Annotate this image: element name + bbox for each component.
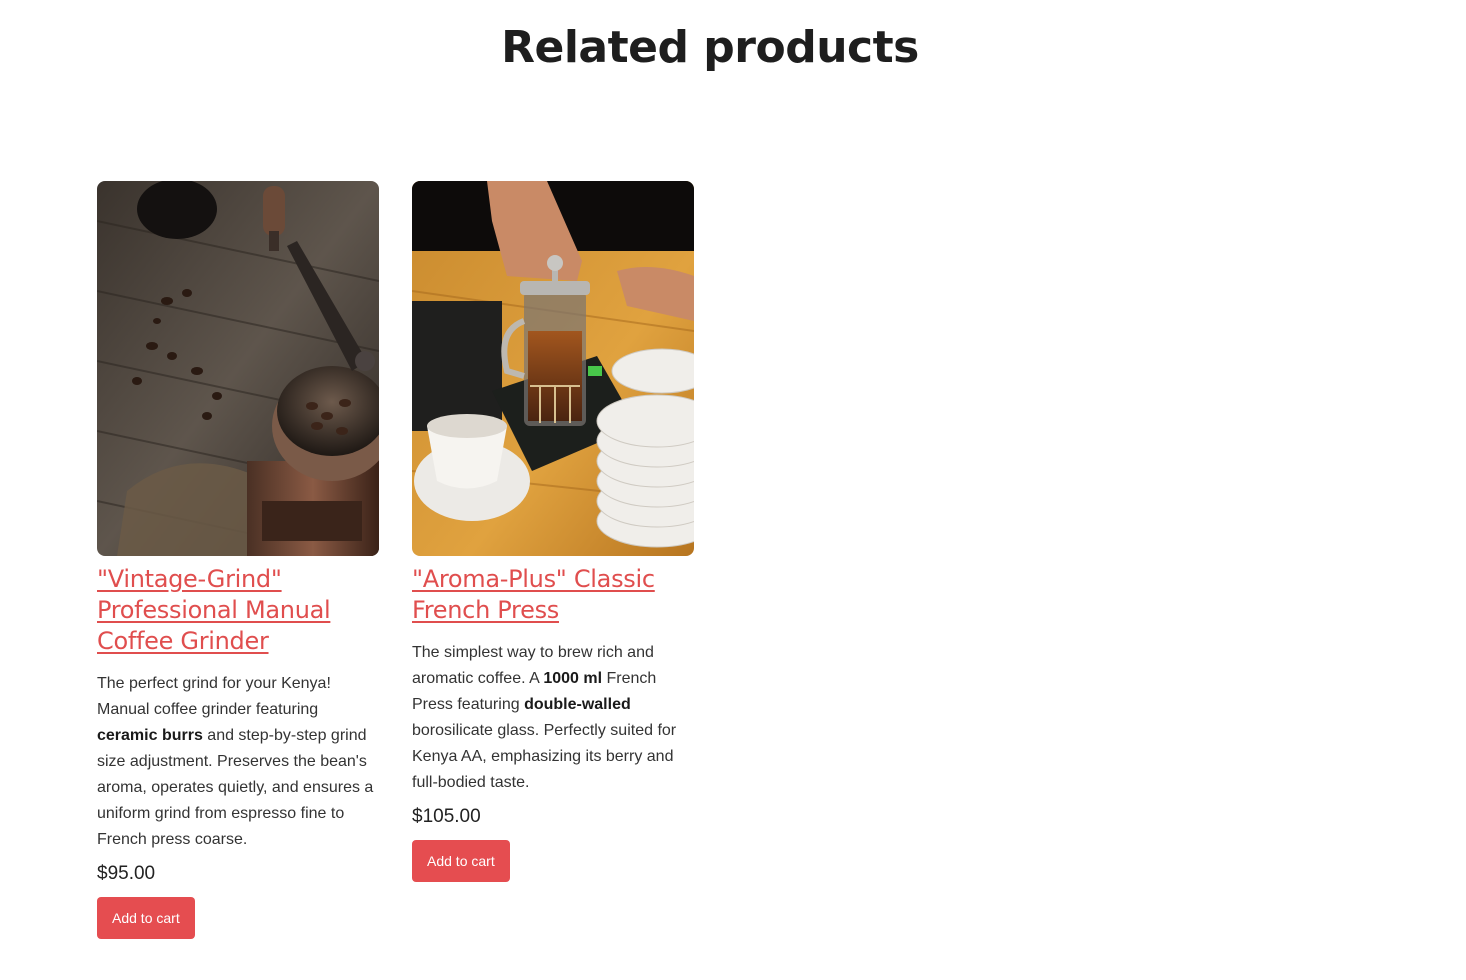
product-price: $95.00 (97, 863, 156, 884)
add-to-cart-button[interactable]: Add to cart (97, 897, 195, 939)
product-title-link[interactable]: "Aroma-Plus" Classic French Press (412, 564, 694, 626)
product-price: $105.00 (412, 806, 481, 827)
product-card: "Aroma-Plus" Classic French Press The si… (412, 181, 694, 882)
product-image-link[interactable] (97, 181, 379, 556)
desc-highlight: 1000 ml (543, 670, 603, 687)
french-press-image (412, 181, 694, 556)
product-description: The perfect grind for your Kenya! Manual… (97, 671, 379, 853)
product-card: "Vintage-Grind" Professional Manual Coff… (97, 181, 379, 939)
desc-text: The perfect grind for your Kenya! Manual… (97, 675, 331, 718)
product-description: The simplest way to brew rich and aromat… (412, 640, 694, 796)
coffee-grinder-image (97, 181, 379, 556)
desc-highlight: double-walled (524, 696, 631, 713)
add-to-cart-button[interactable]: Add to cart (412, 840, 510, 882)
product-title-link[interactable]: "Vintage-Grind" Professional Manual Coff… (97, 564, 379, 657)
page: Related products "Vintage-Grind" Profess… (0, 0, 1466, 980)
product-image-link[interactable] (412, 181, 694, 556)
desc-highlight: ceramic burrs (97, 727, 203, 744)
desc-text: and step-by-step grind size adjustment. … (97, 727, 374, 848)
desc-text: borosilicate glass. Perfectly suited for… (412, 722, 677, 791)
section-title: Related products (501, 22, 919, 73)
